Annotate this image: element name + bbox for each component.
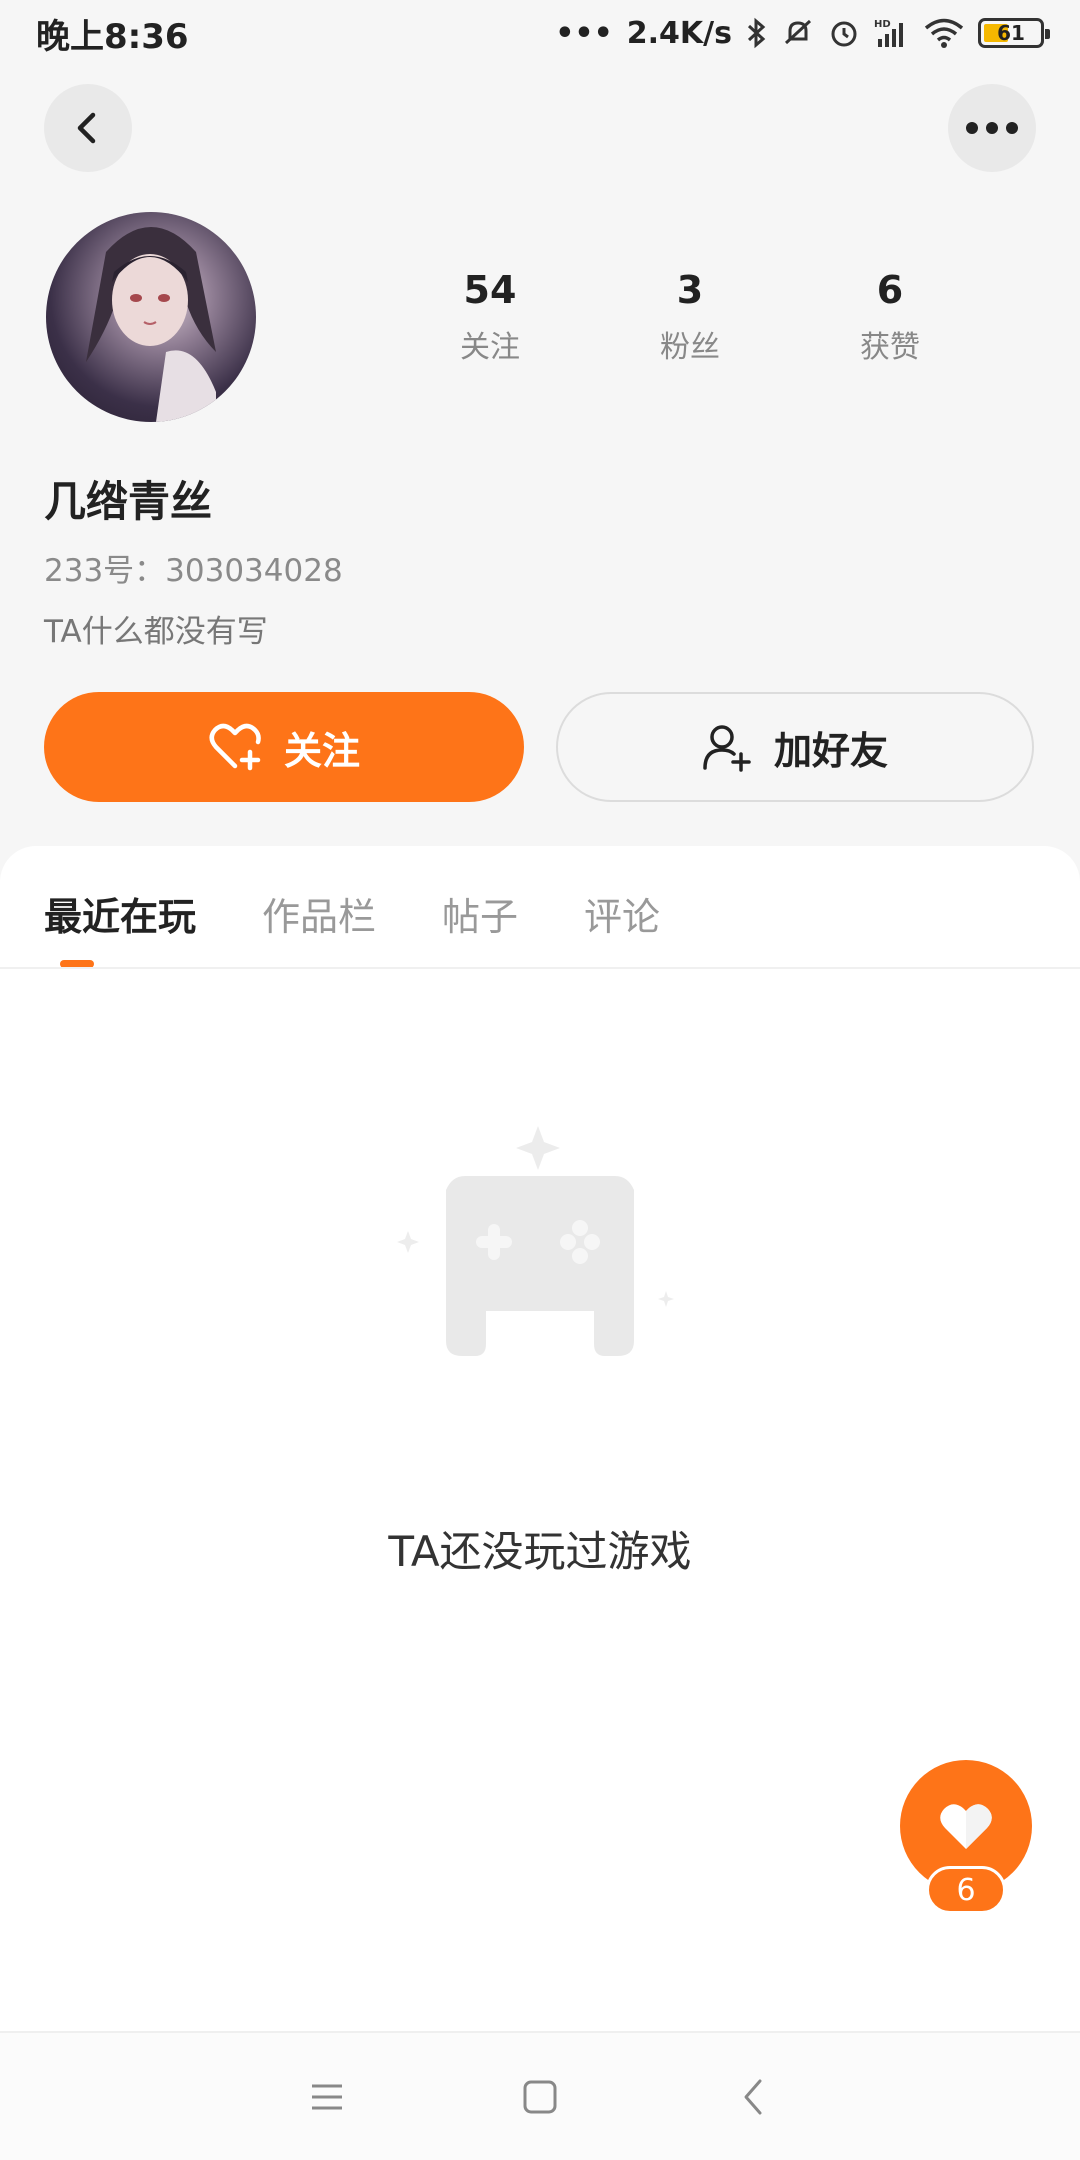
tab-posts[interactable]: 帖子: [442, 886, 518, 941]
home-square-icon: [523, 2080, 557, 2113]
menu-icon: [311, 2084, 342, 2109]
tab-comments[interactable]: 评论: [584, 886, 660, 941]
like-count-badge: 6: [926, 1866, 1006, 1914]
system-nav-bar: [0, 2031, 1080, 2160]
back-button[interactable]: [44, 84, 132, 172]
tab-works[interactable]: 作品栏: [262, 886, 376, 941]
wifi-icon: [924, 18, 964, 48]
stat-following[interactable]: 54 关注: [390, 268, 590, 366]
tab-recent-play[interactable]: 最近在玩: [44, 886, 196, 941]
battery-level: 61: [997, 21, 1025, 45]
heart-plus-icon: [209, 723, 261, 771]
user-id: 233号：303034028: [44, 553, 343, 589]
tab-divider: [0, 967, 1080, 969]
nav-menu-button[interactable]: [287, 2057, 367, 2137]
avatar[interactable]: [46, 212, 256, 422]
add-friend-button[interactable]: 加好友: [556, 692, 1034, 802]
user-bio: TA什么都没有写: [44, 614, 268, 650]
status-dots: •••: [555, 15, 613, 51]
status-icons: ••• 2.4K/s HD 61: [555, 15, 1050, 51]
battery-icon: 61: [978, 18, 1050, 48]
status-time: 晚上8:36: [36, 16, 189, 57]
more-dots-icon: [966, 122, 1018, 134]
alarm-icon: [831, 21, 857, 47]
follow-button[interactable]: 关注: [44, 692, 524, 802]
svg-text:HD: HD: [874, 19, 891, 30]
chevron-left-icon: [77, 112, 96, 144]
profile-screen: 晚上8:36 ••• 2.4K/s HD 61 54 关注 3 粉丝 6 获赞 …: [0, 0, 1080, 2160]
add-friend-label: 加好友: [773, 728, 888, 773]
stat-value: 6: [876, 268, 904, 312]
stat-value: 3: [676, 268, 704, 312]
cell-signal-icon: HD: [874, 19, 903, 47]
follow-label: 关注: [283, 728, 360, 773]
add-user-icon: [703, 725, 751, 772]
gamepad-empty-icon: [397, 1126, 674, 1356]
stat-likes[interactable]: 6 获赞: [790, 268, 990, 366]
profile-stats: 54 关注 3 粉丝 6 获赞: [390, 268, 990, 366]
status-bar: 晚上8:36 ••• 2.4K/s HD 61: [0, 0, 1080, 66]
avatar-illustration: [86, 227, 216, 422]
more-button[interactable]: [948, 84, 1036, 172]
mute-bell-icon: [784, 19, 812, 45]
nav-back-button[interactable]: [713, 2057, 793, 2137]
network-speed: 2.4K/s: [626, 15, 732, 51]
empty-state-text: TA还没玩过游戏: [388, 1527, 692, 1576]
nav-home-button[interactable]: [500, 2057, 580, 2137]
stat-label: 关注: [460, 330, 520, 365]
username: 几绺青丝: [44, 477, 213, 526]
stat-label: 获赞: [860, 330, 920, 365]
stat-fans[interactable]: 3 粉丝: [590, 268, 790, 366]
stat-value: 54: [463, 268, 517, 312]
bluetooth-icon: [747, 17, 766, 49]
back-triangle-icon: [744, 2079, 762, 2114]
stat-label: 粉丝: [660, 330, 720, 365]
tab-bar: 最近在玩 作品栏 帖子 评论: [44, 886, 660, 941]
heart-icon: [940, 1804, 992, 1849]
